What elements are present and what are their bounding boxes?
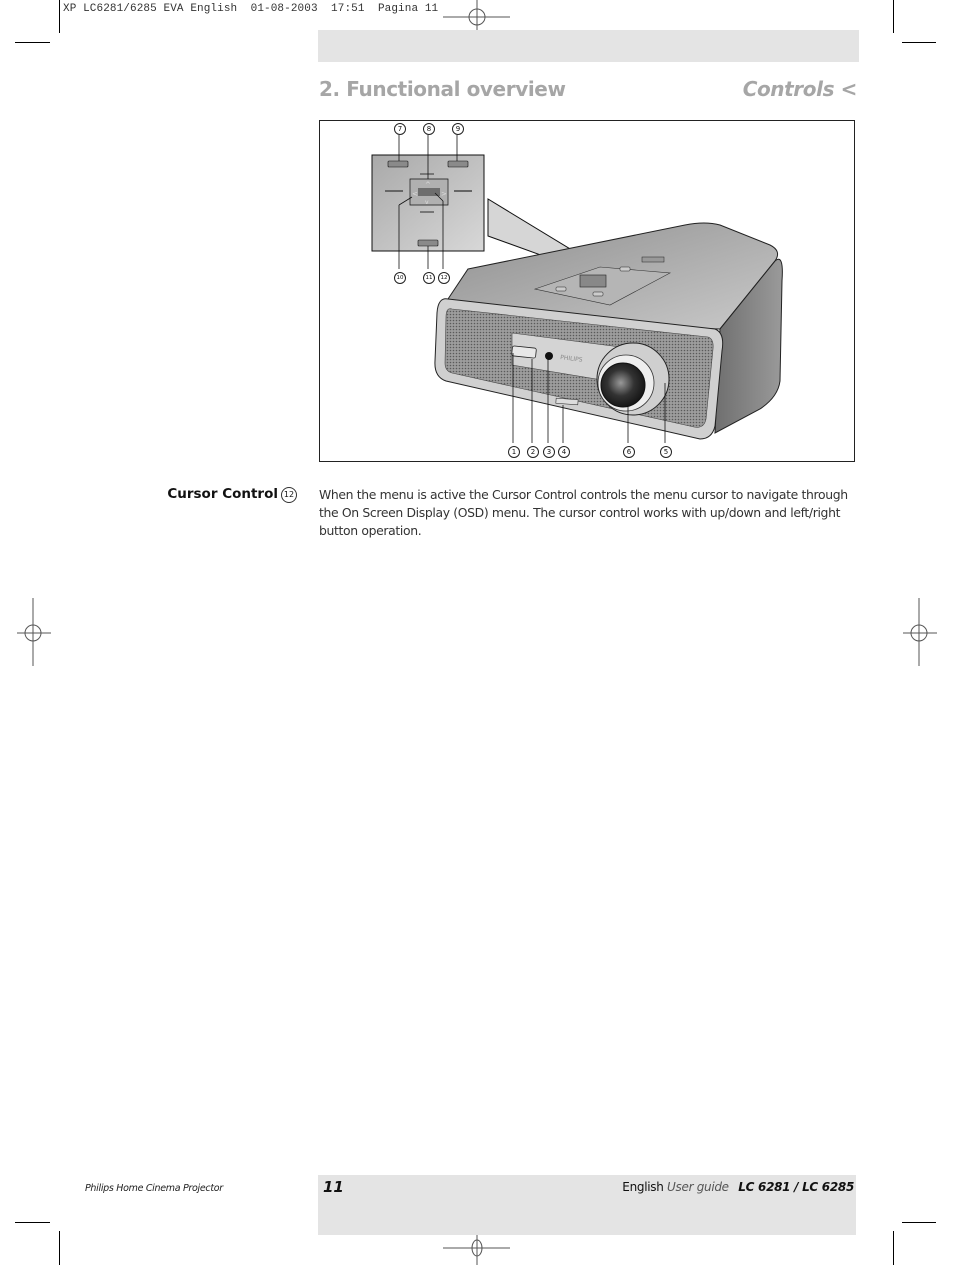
crop-mark	[893, 1231, 894, 1265]
print-slug: XP LC6281/6285 EVA English 01-08-2003 17…	[63, 3, 439, 15]
projector-illustration: PHILIPS ^ < > v	[371, 135, 783, 443]
svg-text:<: <	[412, 190, 418, 198]
footer-product: Philips Home Cinema Projector	[85, 1183, 223, 1194]
footer-guide: User guide	[667, 1180, 729, 1194]
header-bar	[318, 30, 859, 62]
callout-11: 11	[423, 272, 435, 284]
top-cursor-pad	[579, 274, 607, 288]
callout-7: 7	[394, 123, 406, 135]
item-number-badge: 12	[281, 487, 297, 503]
registration-mark	[443, 1230, 510, 1265]
footer-models: LC 6281 / LC 6285	[738, 1180, 854, 1194]
registration-mark	[903, 598, 937, 666]
callout-3: 3	[543, 446, 555, 458]
section-title: 2. Functional overview	[319, 77, 566, 101]
svg-text:>: >	[441, 190, 447, 198]
lens	[600, 362, 646, 408]
svg-text:v: v	[425, 199, 429, 206]
indicator-leds	[641, 256, 665, 263]
panel-button-9	[447, 160, 469, 168]
crop-mark	[902, 42, 936, 43]
crop-mark	[15, 42, 50, 43]
callout-8: 8	[423, 123, 435, 135]
footer-language: English	[622, 1180, 664, 1194]
callout-10: 10	[394, 272, 406, 284]
crop-mark	[15, 1222, 50, 1223]
crop-mark	[902, 1222, 936, 1223]
crop-mark	[893, 0, 894, 33]
callout-1: 1	[508, 446, 520, 458]
callout-9: 9	[452, 123, 464, 135]
item-description: When the menu is active the Cursor Contr…	[319, 487, 848, 538]
callout-5: 5	[660, 446, 672, 458]
callout-4: 4	[558, 446, 570, 458]
projector-figure: PHILIPS ^ < > v 1 2 3 4 5 6 7 8 9 10 11 …	[319, 120, 855, 462]
callout-6: 6	[623, 446, 635, 458]
crop-mark	[59, 0, 60, 33]
item-title-text: Cursor Control	[167, 486, 278, 502]
ir-sensor	[545, 352, 553, 360]
panel-button-7	[387, 160, 409, 168]
page-number: 11	[323, 1178, 344, 1196]
power-button	[511, 345, 537, 359]
item-title: Cursor Control 12	[150, 486, 297, 503]
registration-mark	[17, 598, 51, 666]
footer-guide-info: English User guide LC 6281 / LC 6285	[622, 1180, 854, 1194]
callout-2: 2	[527, 446, 539, 458]
panel-button-11	[417, 239, 439, 247]
svg-text:^: ^	[425, 181, 431, 189]
callout-12: 12	[438, 272, 450, 284]
subsection-title: Controls <	[742, 77, 858, 101]
crop-mark	[59, 1231, 60, 1265]
